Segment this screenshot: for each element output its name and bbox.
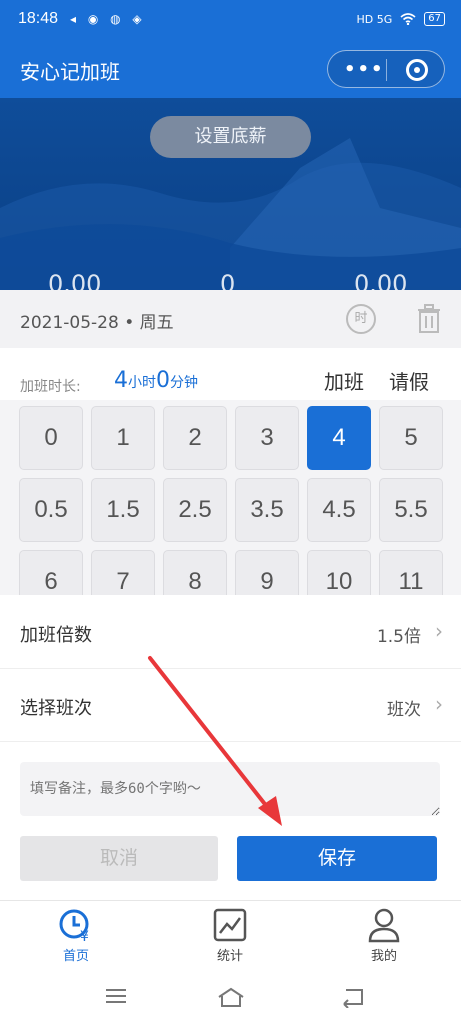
- svg-text:¥: ¥: [80, 929, 89, 943]
- key[interactable]: 0.5: [19, 478, 83, 542]
- cancel-button[interactable]: 取消: [20, 836, 218, 881]
- key[interactable]: 2: [163, 406, 227, 470]
- selected-date[interactable]: 2021-05-28 • 周五: [20, 308, 174, 333]
- key[interactable]: 3.5: [235, 478, 299, 542]
- battery-icon: 67: [424, 12, 445, 26]
- key-selected[interactable]: 4: [307, 406, 371, 470]
- tab-home-label: 首页: [62, 949, 89, 964]
- hours-unit: 小时: [128, 375, 156, 391]
- key[interactable]: 0: [19, 406, 83, 470]
- system-nav-bar: [0, 972, 461, 1024]
- tab-stats-label: 统计: [216, 949, 243, 964]
- chevron-right-icon: ›: [435, 692, 443, 716]
- shift-row[interactable]: 选择班次 班次 ›: [0, 670, 461, 742]
- clock-icon[interactable]: 时: [346, 304, 376, 334]
- key[interactable]: 5.5: [379, 478, 443, 542]
- shift-label: 选择班次: [20, 698, 92, 719]
- hero-value-3: 0.00: [354, 270, 408, 290]
- remark-input[interactable]: [20, 762, 440, 816]
- key[interactable]: 1.5: [91, 478, 155, 542]
- key[interactable]: 1: [91, 406, 155, 470]
- clock-yen-icon: ¥: [59, 909, 89, 943]
- duration-label: 加班时长:: [20, 379, 81, 395]
- wifi-icon: [400, 13, 416, 25]
- notification-icons: ◂ ◉ ◍ ◈: [70, 12, 146, 26]
- tab-leave[interactable]: 请假: [389, 366, 429, 395]
- hero-value-1: 0.00: [48, 270, 102, 290]
- key[interactable]: 5: [379, 406, 443, 470]
- key[interactable]: 11: [379, 550, 443, 595]
- app-title: 安心记加班: [20, 60, 120, 84]
- more-icon[interactable]: •••: [344, 59, 385, 80]
- key[interactable]: 6: [19, 550, 83, 595]
- hero-banner: 设置底薪 0.00 0 0.00: [0, 98, 461, 290]
- chevron-right-icon: ›: [435, 619, 443, 643]
- key[interactable]: 8: [163, 550, 227, 595]
- back-icon[interactable]: [340, 986, 366, 1008]
- key[interactable]: 7: [91, 550, 155, 595]
- network-indicator: HD 5G: [356, 12, 393, 26]
- menu-icon[interactable]: [104, 986, 128, 1006]
- person-icon: [368, 908, 400, 943]
- tab-stats[interactable]: 统计: [190, 907, 270, 964]
- bottom-tab-bar: ¥ 首页 统计 我的: [0, 900, 461, 972]
- key[interactable]: 3: [235, 406, 299, 470]
- shift-value: 班次: [387, 700, 421, 720]
- date-row: 2021-05-28 • 周五 时: [0, 290, 461, 348]
- status-indicators: HD 5G 67: [356, 12, 445, 26]
- multiplier-label: 加班倍数: [20, 625, 92, 646]
- tab-home[interactable]: ¥ 首页: [36, 907, 116, 964]
- key[interactable]: 4.5: [307, 478, 371, 542]
- trash-icon[interactable]: [416, 304, 442, 334]
- title-bar: 安心记加班 •••: [0, 42, 461, 98]
- multiplier-row[interactable]: 加班倍数 1.5倍 ›: [0, 597, 461, 669]
- set-salary-button[interactable]: 设置底薪: [150, 116, 311, 158]
- save-button[interactable]: 保存: [237, 836, 437, 881]
- minutes-unit: 分钟: [170, 375, 198, 391]
- miniprogram-capsule: •••: [327, 50, 445, 88]
- close-target-icon[interactable]: [406, 59, 428, 81]
- key[interactable]: 2.5: [163, 478, 227, 542]
- home-icon[interactable]: [216, 986, 246, 1008]
- key[interactable]: 9: [235, 550, 299, 595]
- hero-value-2: 0: [220, 270, 236, 290]
- tab-overtime[interactable]: 加班: [324, 366, 364, 403]
- tab-mine[interactable]: 我的: [344, 907, 424, 964]
- capsule-divider: [386, 59, 387, 81]
- multiplier-value: 1.5倍: [376, 627, 421, 647]
- status-time: 18:48: [18, 10, 59, 27]
- key[interactable]: 10: [307, 550, 371, 595]
- duration-minutes: 0: [156, 368, 170, 393]
- chart-icon: [213, 908, 247, 942]
- hours-keypad: 0 1 2 3 4 5 0.5 1.5 2.5 3.5 4.5 5.5 6 7 …: [0, 400, 461, 595]
- duration-value: 4小时0分钟: [114, 368, 198, 393]
- status-bar: 18:48 ◂ ◉ ◍ ◈ HD 5G 67: [0, 0, 461, 42]
- tab-mine-label: 我的: [370, 949, 397, 964]
- duration-hours: 4: [114, 368, 128, 393]
- duration-row: 加班时长: 4小时0分钟 加班 请假: [0, 348, 461, 403]
